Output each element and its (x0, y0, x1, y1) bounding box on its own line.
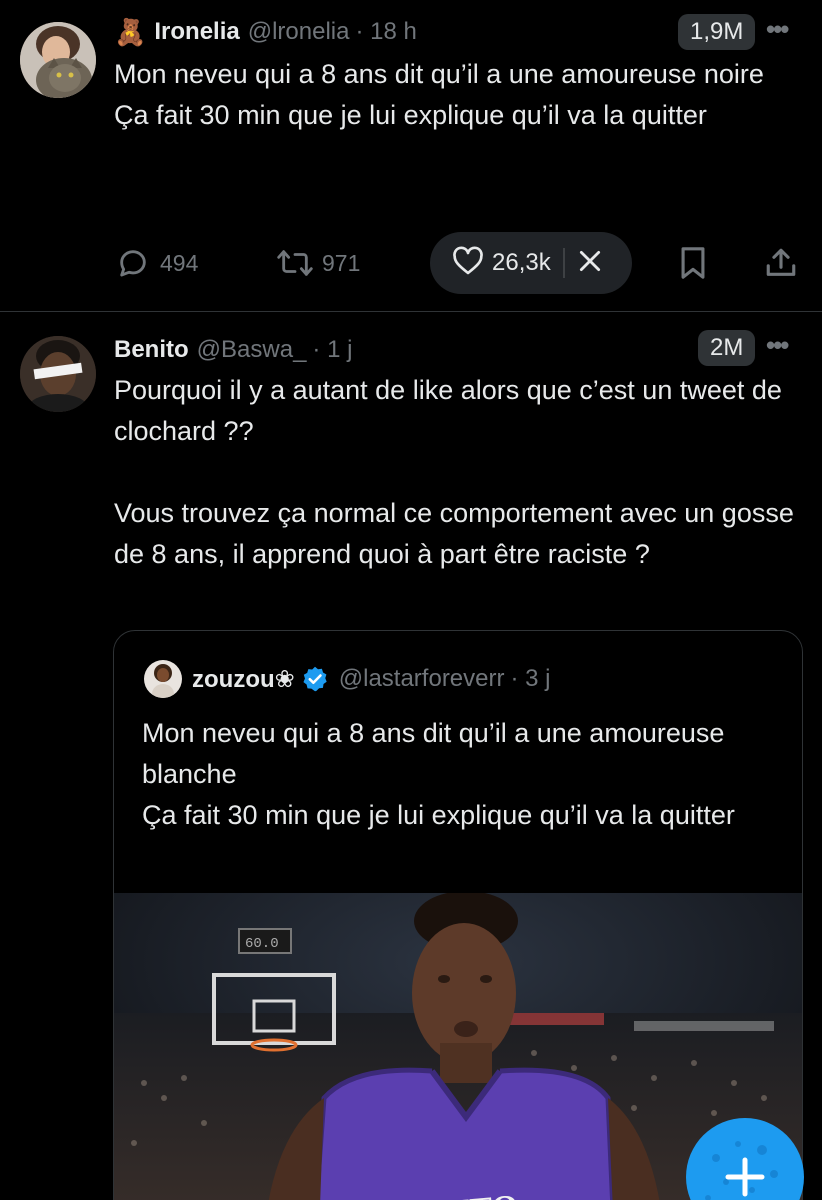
user-handle[interactable]: @lastarforeverr (339, 665, 505, 693)
more-icon[interactable]: ••• (766, 330, 789, 361)
quoted-tweet-text: Mon neveu qui a 8 ans dit qu’il a une am… (142, 718, 735, 830)
quoted-tweet[interactable]: zouzou❀ @lastarforeverr · 3 j Mon neveu … (113, 630, 803, 1200)
retweet-count: 971 (322, 249, 361, 276)
display-name[interactable]: Ironelia (154, 18, 239, 46)
heart-icon (453, 245, 483, 274)
pill-separator (562, 248, 565, 278)
like-pill: 26,3k (430, 232, 632, 294)
tweet-text: Mon neveu qui a 8 ans dit qu’il a une am… (114, 59, 764, 130)
user-handle[interactable]: @lronelia (248, 18, 350, 46)
bookmark-icon (681, 247, 705, 279)
like-count: 26,3k (492, 249, 551, 276)
close-icon (579, 250, 600, 271)
timestamp[interactable]: · 18 h (355, 18, 416, 46)
view-count-badge: 1,9M (678, 14, 756, 50)
display-name[interactable]: zouzou❀ (192, 665, 295, 694)
tweet-header: 🧸 Ironelia @lronelia · 18 h (114, 12, 417, 52)
share-button[interactable] (764, 232, 798, 294)
close-button[interactable] (577, 248, 603, 279)
quoted-tweet-header: zouzou❀ @lastarforeverr · 3 j (144, 659, 551, 699)
compose-button[interactable] (686, 1118, 804, 1200)
more-icon[interactable]: ••• (766, 14, 789, 45)
retweet-icon (277, 250, 313, 276)
view-count-badge: 2M (698, 330, 756, 366)
display-name[interactable]: Benito (114, 336, 189, 364)
reply-count: 494 (160, 249, 199, 276)
verified-badge-icon (303, 666, 327, 692)
timestamp[interactable]: · 3 j (511, 665, 551, 693)
timestamp[interactable]: · 1 j (312, 336, 352, 364)
scoreboard-text: 60.0 (245, 936, 279, 952)
tweet-ironelia[interactable]: 🧸 Ironelia @lronelia · 18 h 1,9M ••• Mon… (0, 0, 822, 312)
tweet-text: Pourquoi il y a autant de like alors que… (114, 375, 794, 569)
reply-icon (120, 250, 146, 277)
action-bar: 494 971 26,3k (0, 232, 822, 294)
bookmark-button[interactable] (678, 232, 708, 294)
reply-button[interactable]: 494 (116, 232, 198, 294)
avatar[interactable] (20, 22, 96, 98)
avatar[interactable] (20, 336, 96, 412)
retweet-button[interactable]: 971 (276, 232, 360, 294)
teddy-bear-emoji: 🧸 (114, 16, 147, 47)
share-icon (766, 248, 796, 276)
tweet-header: Benito @Baswa_ · 1 j (114, 330, 352, 370)
plus-icon (705, 1141, 778, 1200)
avatar[interactable] (144, 660, 182, 698)
like-button[interactable] (452, 245, 484, 281)
user-handle[interactable]: @Baswa_ (197, 336, 307, 364)
